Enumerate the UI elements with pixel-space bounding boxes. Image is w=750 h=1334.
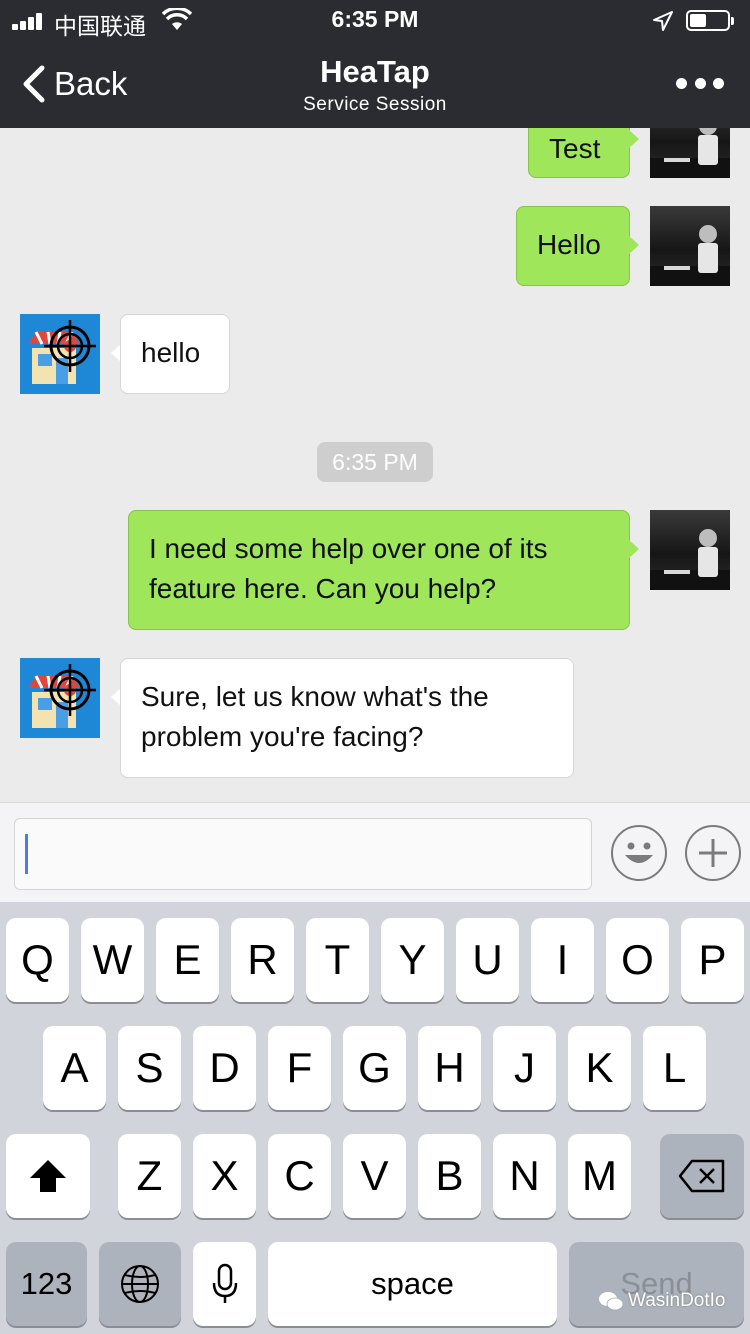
key-z[interactable]: Z [118,1134,181,1218]
bubble-tail [629,540,639,558]
more-options-button[interactable] [676,76,724,90]
message-bubble[interactable]: Sure, let us know what's the problem you… [120,658,574,778]
watermark: WasinDotIo [598,1290,726,1312]
microphone-icon [212,1263,237,1303]
key-o[interactable]: O [606,918,669,1002]
dot-icon [676,77,687,89]
message-text: Test [549,133,601,164]
dot-icon [713,77,724,89]
key-n[interactable]: N [493,1134,556,1218]
key-x[interactable]: X [193,1134,256,1218]
person-photo-icon [650,529,730,590]
key-u[interactable]: U [456,918,519,1002]
globe-key[interactable] [99,1242,181,1326]
key-p[interactable]: P [681,918,744,1002]
smiley-icon [625,842,653,863]
key-w[interactable]: W [81,918,144,1002]
dot-icon [694,77,706,89]
store-target-icon [28,664,96,728]
chat-messages[interactable]: Test Hello hello 6:35 PM I need some hel… [0,128,750,802]
key-m[interactable]: M [568,1134,631,1218]
user-avatar[interactable] [650,510,730,590]
plus-icon [699,839,727,867]
key-i[interactable]: I [531,918,594,1002]
message-text: Sure, let us know what's the problem you… [141,681,489,752]
message-input-bar [0,802,750,902]
key-v[interactable]: V [343,1134,406,1218]
text-caret [25,834,28,874]
message-text: I need some help over one of its feature… [149,533,548,604]
key-l[interactable]: L [643,1026,706,1110]
bubble-tail [629,130,639,148]
key-c[interactable]: C [268,1134,331,1218]
bubble-tail [629,236,639,254]
backspace-icon [678,1159,725,1193]
user-avatar[interactable] [650,128,730,178]
top-bar: 中国联通 6:35 PM Back HeaTap Service Session [0,0,750,128]
service-avatar[interactable] [20,314,100,394]
watermark-text: WasinDotIo [628,1290,726,1311]
user-avatar[interactable] [650,206,730,286]
wechat-icon [599,1292,624,1311]
add-attachment-button[interactable] [685,825,741,881]
location-arrow-icon [653,11,673,31]
message-bubble[interactable]: Test [528,128,630,178]
backspace-key[interactable] [660,1134,744,1218]
key-t[interactable]: T [306,918,369,1002]
service-avatar[interactable] [20,658,100,738]
timestamp-divider: 6:35 PM [317,442,433,482]
key-k[interactable]: K [568,1026,631,1110]
status-time: 6:35 PM [331,6,419,32]
key-h[interactable]: H [418,1026,481,1110]
chat-title: HeaTap [320,54,430,89]
key-y[interactable]: Y [381,918,444,1002]
key-g[interactable]: G [343,1026,406,1110]
send-key[interactable]: Send [569,1242,744,1326]
chat-subtitle: Service Session [303,94,447,115]
numbers-key[interactable]: 123 [6,1242,87,1326]
message-bubble[interactable]: hello [120,314,230,394]
key-j[interactable]: J [493,1026,556,1110]
person-photo-icon [650,225,730,286]
key-b[interactable]: B [418,1134,481,1218]
key-f[interactable]: F [268,1026,331,1110]
key-q[interactable]: Q [6,918,69,1002]
key-s[interactable]: S [118,1026,181,1110]
globe-icon [121,1265,159,1303]
message-input[interactable] [14,818,592,890]
key-d[interactable]: D [193,1026,256,1110]
message-text: Hello [537,229,601,260]
message-bubble[interactable]: I need some help over one of its feature… [128,510,630,630]
message-text: hello [141,337,201,368]
key-a[interactable]: A [43,1026,106,1110]
battery-icon [686,10,734,31]
onscreen-keyboard: Q W E R T Y U I O P A S D F G H J K L Z … [0,902,750,1334]
status-bar: 中国联通 6:35 PM [0,0,750,40]
key-e[interactable]: E [156,918,219,1002]
store-target-icon [28,320,96,384]
shift-arrow-icon [30,1160,66,1192]
person-photo-icon [650,128,730,178]
dictation-key[interactable] [193,1242,256,1326]
key-r[interactable]: R [231,918,294,1002]
space-key[interactable]: space [268,1242,557,1326]
message-bubble[interactable]: Hello [516,206,630,286]
emoji-button[interactable] [611,825,667,881]
shift-key[interactable] [6,1134,90,1218]
